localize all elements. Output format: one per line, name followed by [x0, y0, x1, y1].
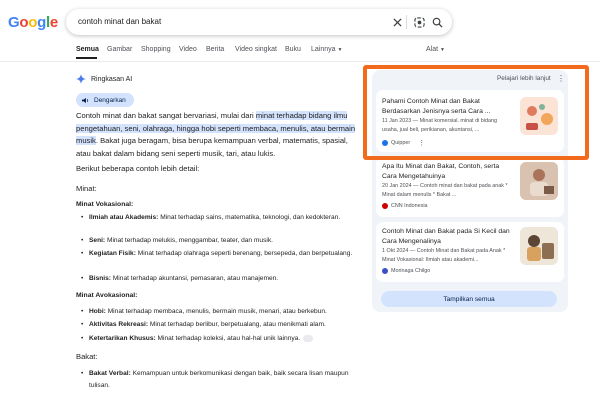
card-snippet: 1 Okt 2024 — Contoh Minat dan Bakat pada…	[382, 248, 506, 263]
tab-short-videos[interactable]: Video singkat	[235, 46, 277, 53]
header: Google contoh minat dan bakat	[0, 0, 600, 44]
list-item: • Aktivitas Rekreasi: Minat terhadap berl…	[81, 321, 326, 328]
vokasional-heading: Minat Vokasional:	[76, 201, 134, 208]
tab-images[interactable]: Gambar	[107, 46, 132, 53]
clear-icon[interactable]	[390, 15, 404, 29]
more-vert-icon[interactable]: ⋮	[418, 139, 425, 147]
quipper-favicon-icon	[382, 140, 388, 146]
card-title[interactable]: Apa Itu Minat dan Bakat, Contoh, serta C…	[382, 162, 514, 181]
tab-news[interactable]: Berita	[206, 46, 224, 53]
search-box[interactable]: contoh minat dan bakat	[66, 9, 452, 35]
item-term: Seni:	[89, 237, 106, 244]
card-source-name: Quipper	[391, 140, 411, 146]
lead-text: Berikut beberapa contoh lebih detail:	[76, 164, 200, 173]
item-desc: Minat terhadap akuntansi, pemasaran, ata…	[110, 275, 279, 282]
list-item: • Ilmiah atau Akademis: Minat terhadap sa…	[81, 214, 341, 221]
search-icon[interactable]	[430, 15, 444, 29]
lens-icon[interactable]	[412, 15, 426, 29]
card-source-name: Morinaga Chilgo	[391, 268, 431, 274]
source-card[interactable]: Pahami Contoh Minat dan Bakat Berdasarka…	[376, 90, 564, 152]
speaker-icon	[82, 97, 89, 103]
card-thumbnail	[520, 227, 558, 265]
card-title[interactable]: Pahami Contoh Minat dan Bakat Berdasarka…	[382, 97, 514, 116]
tab-more[interactable]: Lainnya ▼	[311, 46, 342, 53]
tab-books[interactable]: Buku	[285, 46, 301, 53]
list-item: • Bisnis: Minat terhadap akuntansi, pemas…	[81, 275, 279, 282]
source-card[interactable]: Apa Itu Minat dan Bakat, Contoh, serta C…	[376, 157, 564, 217]
card-title[interactable]: Contoh Minat dan Bakat pada Si Kecil dan…	[382, 227, 514, 246]
minat-heading: Minat:	[76, 184, 97, 193]
tools-button[interactable]: Alat ▼	[426, 46, 445, 53]
card-thumbnail	[520, 162, 558, 200]
tab-more-label: Lainnya	[311, 46, 336, 53]
cnn-favicon-icon	[382, 203, 388, 209]
list-item: • Seni: Minat terhadap melukis, menggamba…	[81, 237, 273, 244]
card-snippet: 11 Jan 2023 — Minat komersial. minat di …	[382, 118, 497, 133]
source-card[interactable]: Contoh Minat dan Bakat pada Si Kecil dan…	[376, 222, 564, 282]
ai-overview-title: Ringkasan AI	[91, 75, 133, 83]
item-desc: Minat terhadap sains, matematika, teknol…	[158, 214, 341, 221]
item-desc: Minat terhadap koleksi, atau hal-hal uni…	[155, 335, 301, 342]
item-term: Ketertarikan Khusus:	[89, 335, 156, 342]
ai-intro-paragraph: Contoh minat dan bakat sangat bervariasi…	[76, 110, 360, 160]
item-term: Bisnis:	[89, 275, 111, 282]
tab-all[interactable]: Semua	[76, 46, 99, 53]
ai-overview-header: Ringkasan AI	[76, 73, 132, 85]
card-thumbnail	[520, 97, 558, 135]
search-tabs: Semua Gambar Shopping Video Berita Video…	[0, 44, 600, 62]
card-snippet: 20 Jan 2024 — Contoh minat dan bakat pad…	[382, 183, 508, 198]
list-item: • Ketertarikan Khusus: Minat terhadap kol…	[81, 333, 361, 345]
tab-shopping[interactable]: Shopping	[141, 46, 171, 53]
item-term: Kegiatan Fisik:	[89, 250, 136, 257]
more-vert-icon[interactable]: ⋮	[557, 74, 565, 83]
card-source: Quipper ⋮	[382, 139, 425, 147]
card-source-name: CNN Indonesia	[391, 203, 428, 209]
gemini-sparkle-icon	[76, 74, 86, 84]
tabs-divider	[0, 61, 600, 62]
caret-down-icon: ▼	[440, 47, 445, 53]
avokasional-heading: Minat Avokasional:	[76, 292, 138, 299]
item-term: Bakat Verbal:	[89, 370, 131, 377]
link-chip-icon[interactable]	[303, 334, 314, 342]
item-desc: Minat terhadap olahraga seperti berenang…	[135, 250, 353, 257]
listen-label: Dengarkan	[94, 96, 126, 104]
item-term: Hobi:	[89, 308, 106, 315]
item-desc: Minat terhadap melukis, menggambar, teat…	[105, 237, 273, 244]
item-desc: Minat terhadap berlibur, berpetualang, a…	[148, 321, 326, 328]
card-source: Morinaga Chilgo	[382, 268, 430, 274]
item-term: Ilmiah atau Akademis:	[89, 214, 159, 221]
google-logo[interactable]: Google	[8, 14, 58, 31]
intro-text-end: . Bakat juga beragam, bisa berupa kemamp…	[76, 136, 348, 158]
active-tab-indicator	[76, 57, 97, 59]
bakat-heading: Bakat:	[76, 352, 98, 361]
list-item: • Bakat Verbal: Kemampuan untuk berkomuni…	[81, 370, 349, 389]
search-input[interactable]: contoh minat dan bakat	[78, 17, 161, 26]
morinaga-favicon-icon	[382, 268, 388, 274]
tools-label: Alat	[426, 46, 439, 53]
show-all-button[interactable]: Tampilkan semua	[381, 291, 557, 307]
learn-more-link[interactable]: Pelajari lebih lanjut	[497, 75, 551, 82]
caret-down-icon: ▼	[337, 47, 343, 53]
intro-text-start: Contoh minat dan bakat sangat bervariasi…	[76, 111, 256, 120]
card-source: CNN Indonesia	[382, 203, 428, 209]
list-item: • Hobi: Minat terhadap membaca, menulis, …	[81, 308, 327, 315]
listen-button[interactable]: Dengarkan	[76, 93, 134, 107]
tab-video[interactable]: Video	[179, 46, 197, 53]
list-item: • Kegiatan Fisik: Minat terhadap olahraga…	[81, 250, 353, 257]
item-desc: Minat terhadap membaca, menulis, bermain…	[105, 308, 327, 315]
search-divider	[406, 15, 407, 29]
item-term: Aktivitas Rekreasi:	[89, 321, 149, 328]
